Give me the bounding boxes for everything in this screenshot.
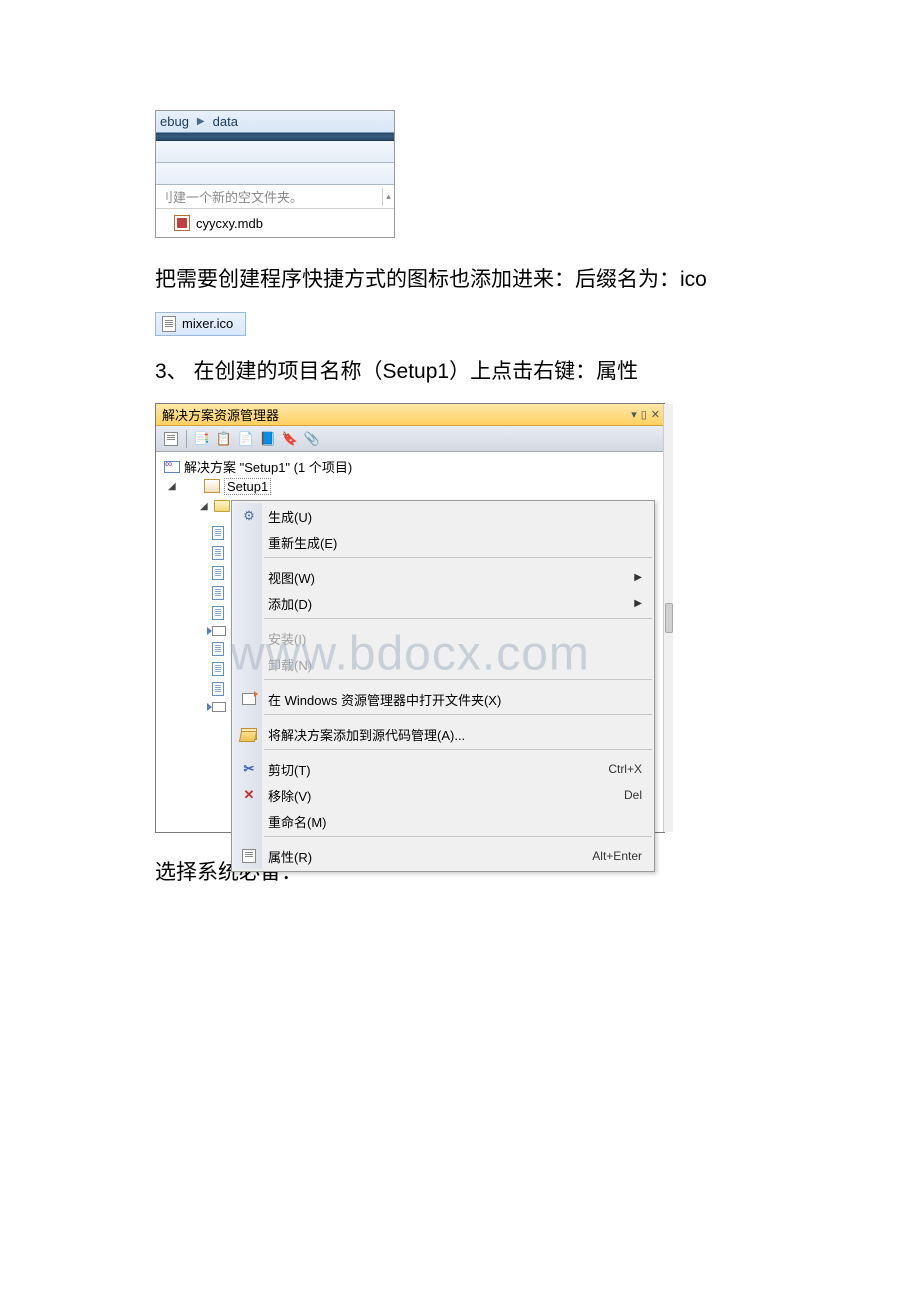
shortcut-label: Alt+Enter: [592, 849, 642, 863]
menu-label: 在 Windows 资源管理器中打开文件夹(X): [268, 690, 642, 709]
output-icon: [212, 702, 226, 712]
menu-label: 生成(U): [268, 507, 642, 526]
menu-item-open-in-explorer[interactable]: 在 Windows 资源管理器中打开文件夹(X): [234, 686, 652, 712]
file-icon: [212, 586, 224, 600]
menu-item-cut[interactable]: ✂ 剪切(T) Ctrl+X: [234, 756, 652, 782]
context-menu: ⚙ 生成(U) 重新生成(E) 视图(W) ▶ 添加(D) ▶ 安装(I) 卸载…: [231, 500, 655, 872]
toolbar-icon[interactable]: 📋: [215, 430, 233, 448]
menu-separator: [264, 749, 652, 754]
expand-icon[interactable]: ◢: [200, 501, 210, 512]
menu-label: 移除(V): [268, 786, 624, 805]
breadcrumb-seg[interactable]: ebug: [160, 114, 189, 129]
body-text: 3、 在创建的项目名称（Setup1）上点击右键：属性: [155, 354, 765, 390]
toolbar-icon[interactable]: 🔖: [281, 430, 299, 448]
shortcut-label: Ctrl+X: [608, 762, 642, 776]
tree-row-project[interactable]: ◢ Setup1: [164, 476, 664, 496]
menu-separator: [264, 836, 652, 841]
menu-item-properties[interactable]: 属性(R) Alt+Enter: [234, 843, 652, 869]
tooltip-row: 刂建一个新的空文件夹。 ▴: [156, 185, 394, 209]
menu-label: 重新生成(E): [268, 533, 642, 552]
menu-label: 卸载(N): [268, 655, 642, 674]
file-icon: [212, 566, 224, 580]
document-icon: [162, 316, 176, 332]
menu-label: 将解决方案添加到源代码管理(A)...: [268, 725, 642, 744]
address-bar[interactable]: ebug ▶ data: [156, 111, 394, 133]
toolbar-icon[interactable]: 📄: [237, 430, 255, 448]
menu-item-install: 安装(I): [234, 625, 652, 651]
pin-icon[interactable]: ▯: [641, 408, 647, 421]
toolbar-row: [156, 163, 394, 185]
menu-label: 剪切(T): [268, 760, 608, 779]
hint-text: 刂建一个新的空文件夹。: [160, 187, 303, 206]
menu-item-build[interactable]: ⚙ 生成(U): [234, 503, 652, 529]
file-icon: [212, 662, 224, 676]
menu-label: 属性(R): [268, 847, 592, 866]
menu-item-add[interactable]: 添加(D) ▶: [234, 590, 652, 616]
mdb-file-icon: [174, 215, 190, 231]
breadcrumb-seg[interactable]: data: [213, 114, 238, 129]
menu-separator: [264, 679, 652, 684]
close-icon[interactable]: ✕: [651, 408, 660, 421]
properties-icon: [240, 847, 258, 865]
toolbar-row: [156, 141, 394, 163]
toolbar-icon[interactable]: 📑: [193, 430, 211, 448]
scrollbar-thumb[interactable]: [665, 603, 673, 633]
menu-separator: [264, 557, 652, 562]
tree-row-solution[interactable]: 解决方案 "Setup1" (1 个项目): [164, 456, 664, 476]
panel-title: 解决方案资源管理器: [162, 405, 279, 424]
file-item[interactable]: cyycxy.mdb: [156, 209, 394, 237]
file-name: mixer.ico: [182, 316, 233, 331]
menu-label: 添加(D): [268, 594, 634, 613]
solution-explorer-panel: 解决方案资源管理器 ▾ ▯ ✕ 📑 📋 📄 📘 🔖 📎 解决方案 "Setup1…: [155, 403, 665, 833]
folder-icon: [214, 500, 230, 512]
solution-icon: [164, 459, 180, 473]
project-label: Setup1: [224, 478, 271, 495]
file-tile[interactable]: mixer.ico: [155, 312, 246, 336]
menu-label: 视图(W): [268, 568, 634, 587]
project-icon: [204, 479, 220, 493]
sort-indicator-icon: ▴: [382, 188, 394, 206]
menu-item-rebuild[interactable]: 重新生成(E): [234, 529, 652, 555]
file-icon: [212, 546, 224, 560]
menu-item-rename[interactable]: 重命名(M): [234, 808, 652, 834]
menu-item-remove[interactable]: ✕ 移除(V) Del: [234, 782, 652, 808]
dropdown-icon[interactable]: ▾: [631, 408, 637, 421]
solution-label: 解决方案 "Setup1" (1 个项目): [184, 457, 352, 476]
file-icon: [212, 682, 224, 696]
toolbar-icon[interactable]: 📘: [259, 430, 277, 448]
separator: [186, 430, 187, 448]
expand-icon[interactable]: ◢: [168, 481, 178, 492]
delete-icon: ✕: [240, 786, 258, 804]
output-icon: [212, 626, 226, 636]
menu-label: 安装(I): [268, 629, 642, 648]
panel-title-bar[interactable]: 解决方案资源管理器 ▾ ▯ ✕: [156, 404, 664, 426]
file-icon: [212, 526, 224, 540]
menu-item-view[interactable]: 视图(W) ▶: [234, 564, 652, 590]
build-icon: ⚙: [240, 507, 258, 525]
panel-toolbar: 📑 📋 📄 📘 🔖 📎: [156, 426, 664, 452]
file-icon: [212, 642, 224, 656]
chevron-right-icon: ▶: [197, 116, 205, 127]
submenu-arrow-icon: ▶: [634, 598, 642, 609]
body-text: 把需要创建程序快捷方式的图标也添加进来：后缀名为：ico: [155, 262, 765, 298]
submenu-arrow-icon: ▶: [634, 572, 642, 583]
tree-file-icons: [212, 526, 226, 712]
menu-separator: [264, 714, 652, 719]
open-icon: [240, 690, 258, 708]
shortcut-label: Del: [624, 788, 642, 802]
file-icon: [212, 606, 224, 620]
folder-open-icon: [240, 725, 258, 743]
menu-label: 重命名(M): [268, 812, 642, 831]
toolbar-icon[interactable]: 📎: [303, 430, 321, 448]
explorer-fragment: ebug ▶ data 刂建一个新的空文件夹。 ▴ cyycxy.mdb: [155, 110, 395, 238]
menu-separator: [264, 618, 652, 623]
panel-body: 解决方案 "Setup1" (1 个项目) ◢ Setup1 ◢: [156, 452, 664, 832]
file-name: cyycxy.mdb: [196, 216, 263, 231]
menu-item-add-scc[interactable]: 将解决方案添加到源代码管理(A)...: [234, 721, 652, 747]
properties-icon[interactable]: [162, 430, 180, 448]
menu-bar-strip: [156, 133, 394, 141]
cut-icon: ✂: [240, 760, 258, 778]
vertical-scrollbar[interactable]: [663, 404, 673, 832]
menu-item-uninstall: 卸载(N): [234, 651, 652, 677]
